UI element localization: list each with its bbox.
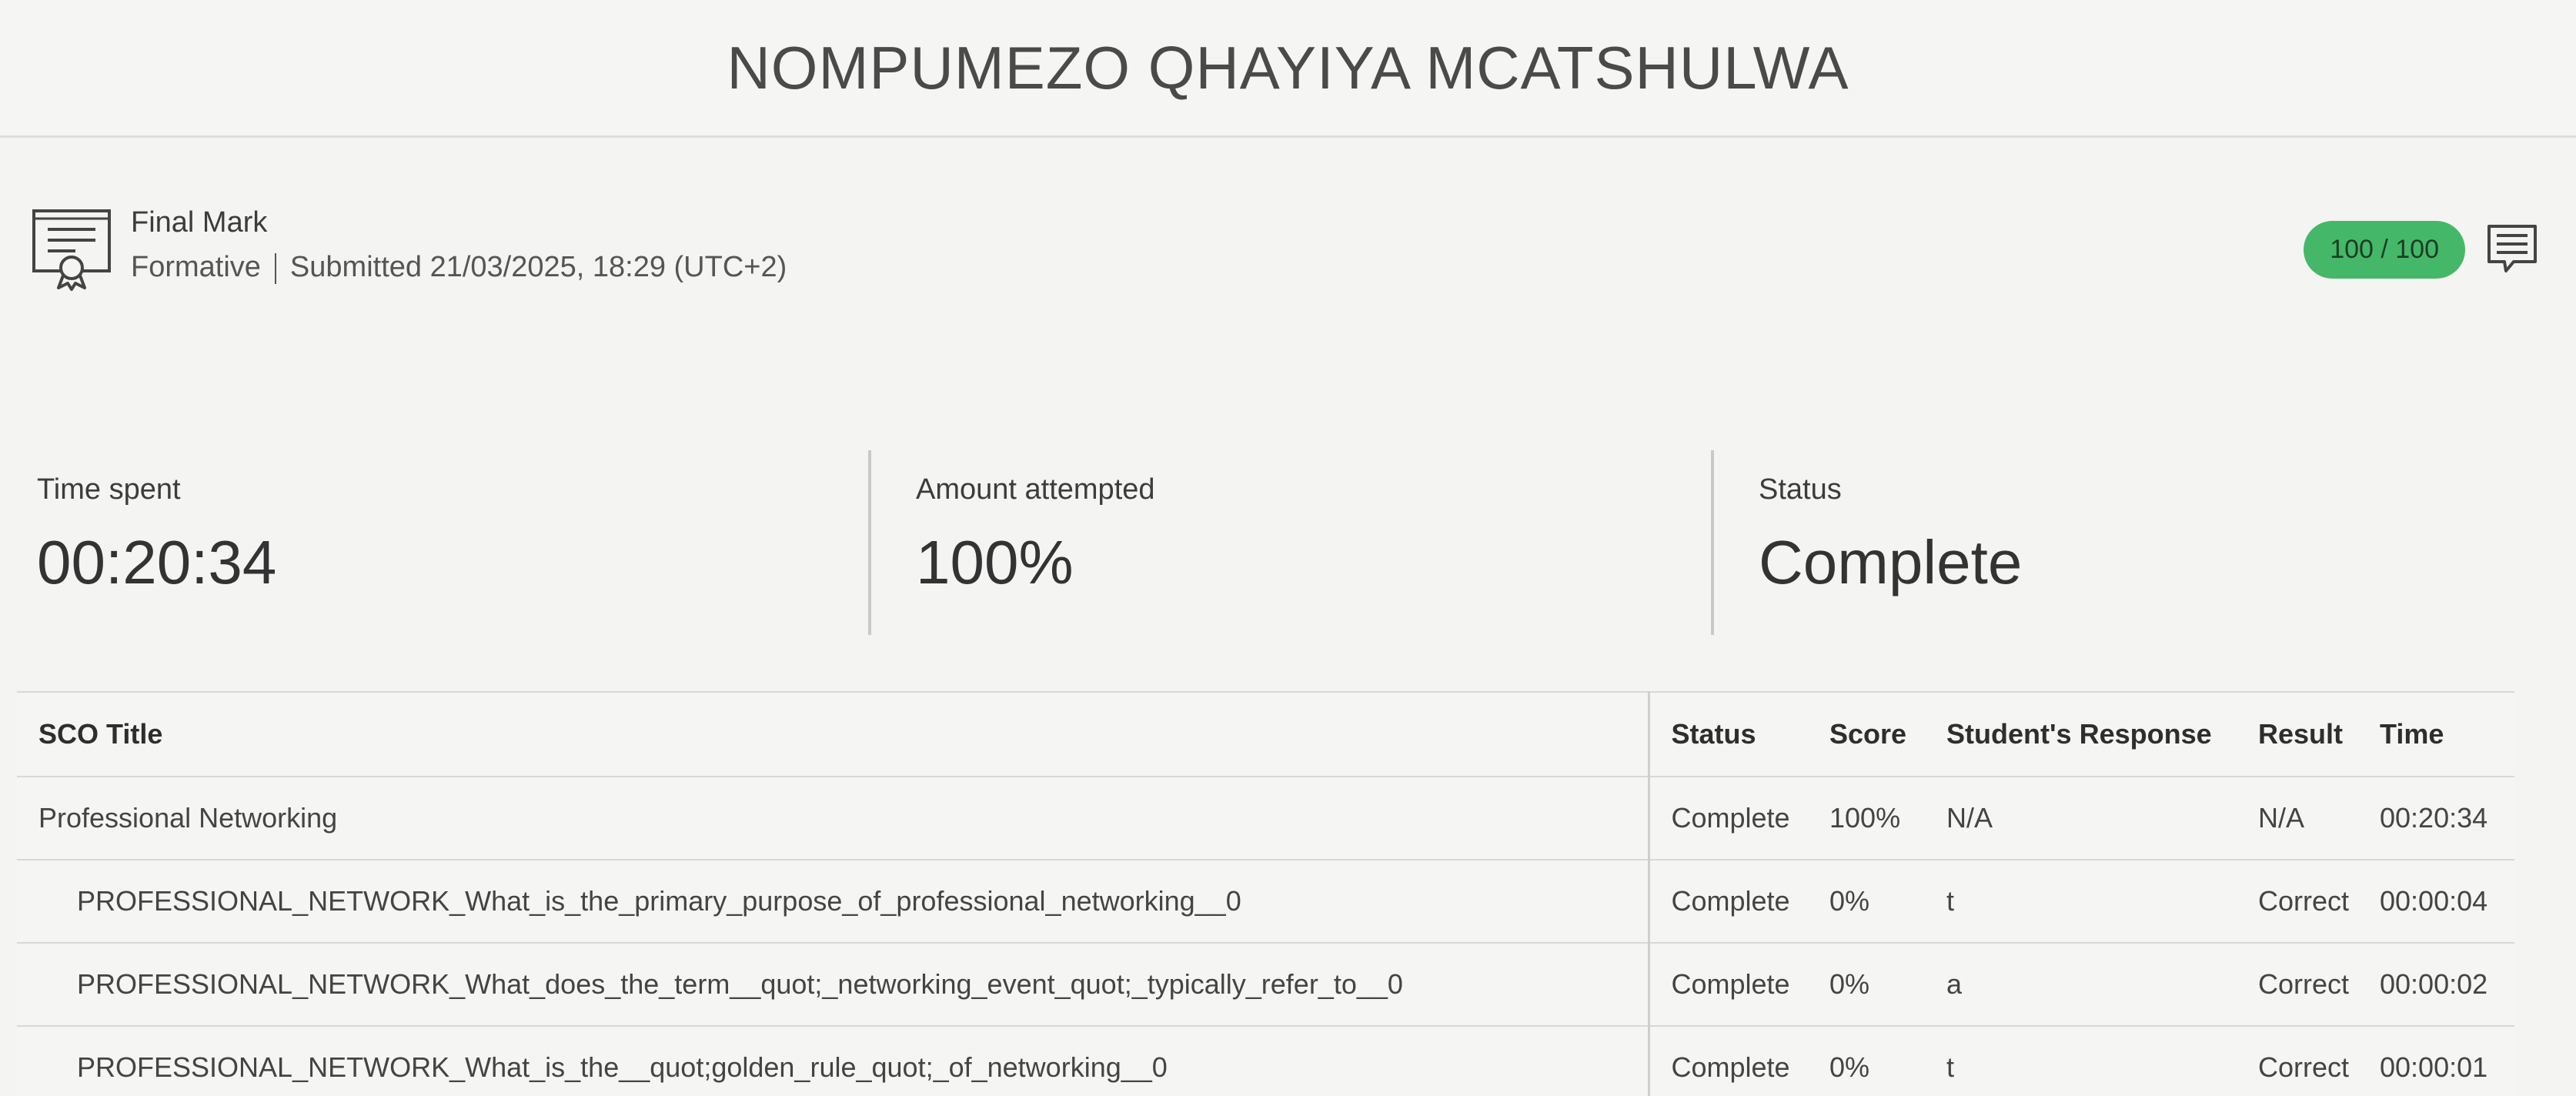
time-cell: 00:00:04 [2372,859,2514,943]
comment-icon[interactable] [2486,223,2538,276]
status-stat: Status Complete [1711,450,2484,635]
table-row[interactable]: PROFESSIONAL_NETWORK_What_is_the_primary… [17,859,2514,943]
separator [274,252,276,284]
score-cell: 100% [1814,776,1929,860]
sco-table: SCO Title Status Score Student's Respons… [17,691,2514,1096]
submitted-date: Submitted 21/03/2025, 18:29 (UTC+2) [289,251,787,283]
column-header-status[interactable]: Status [1649,691,1814,777]
grade-detail-page: NOMPUMEZO QHAYIYA MCATSHULWA Final Mark … [0,0,2576,1096]
final-mark-title: Final Mark [131,206,268,239]
time-cell: 00:00:01 [2372,1025,2514,1096]
score-cell: 0% [1814,1025,1929,1096]
time-spent-label: Time spent [37,473,181,506]
result-cell: Correct [2241,942,2372,1026]
amount-attempted-stat: Amount attempted 100% [868,450,1714,635]
page-header: NOMPUMEZO QHAYIYA MCATSHULWA [0,0,2576,138]
status-cell: Complete [1649,1025,1814,1096]
column-header-score[interactable]: Score [1814,691,1929,777]
attempt-stats: Time spent 00:20:34 Amount attempted 100… [0,450,2576,635]
result-cell: Correct [2241,859,2372,943]
status-cell: Complete [1649,942,1814,1026]
result-cell: N/A [2241,776,2372,860]
column-header-response[interactable]: Student's Response [1929,691,2241,777]
sco-title-cell: PROFESSIONAL_NETWORK_What_is_the_primary… [17,859,1650,943]
score-cell: 0% [1814,859,1929,943]
status-cell: Complete [1649,859,1814,943]
final-mark-subtitle: Formative Submitted 21/03/2025, 18:29 (UT… [131,251,787,284]
status-value: Complete [1759,528,2023,596]
table-header-row: SCO Title Status Score Student's Respons… [17,691,2514,777]
table-row[interactable]: PROFESSIONAL_NETWORK_What_is_the__quot;g… [17,1025,2514,1096]
response-cell: N/A [1929,776,2241,860]
student-name: NOMPUMEZO QHAYIYA MCATSHULWA [727,33,1849,102]
score-badge: 100 / 100 [2304,221,2465,279]
response-cell: t [1929,1025,2241,1096]
response-cell: a [1929,942,2241,1026]
time-spent-stat: Time spent 00:20:34 [37,450,868,635]
score-cell: 0% [1814,942,1929,1026]
status-cell: Complete [1649,776,1814,860]
column-header-time[interactable]: Time [2372,691,2514,777]
certificate-icon [32,209,111,291]
time-cell: 00:00:02 [2372,942,2514,1026]
sco-title-cell: PROFESSIONAL_NETWORK_What_does_the_term_… [17,942,1650,1026]
time-spent-value: 00:20:34 [37,528,277,596]
sco-title-cell: Professional Networking [17,776,1650,860]
assessment-type: Formative [131,251,261,283]
response-cell: t [1929,859,2241,943]
time-cell: 00:20:34 [2372,776,2514,860]
amount-attempted-value: 100% [916,528,1074,596]
status-label: Status [1759,473,1842,506]
table-row[interactable]: Professional Networking Complete 100% N/… [17,776,2514,860]
amount-attempted-label: Amount attempted [916,473,1155,506]
column-header-result[interactable]: Result [2241,691,2372,777]
result-cell: Correct [2241,1025,2372,1096]
column-header-sco-title[interactable]: SCO Title [17,691,1650,777]
sco-title-cell: PROFESSIONAL_NETWORK_What_is_the__quot;g… [17,1025,1650,1096]
final-mark-row: Final Mark Formative Submitted 21/03/2025… [29,202,2546,302]
table-row[interactable]: PROFESSIONAL_NETWORK_What_does_the_term_… [17,942,2514,1026]
